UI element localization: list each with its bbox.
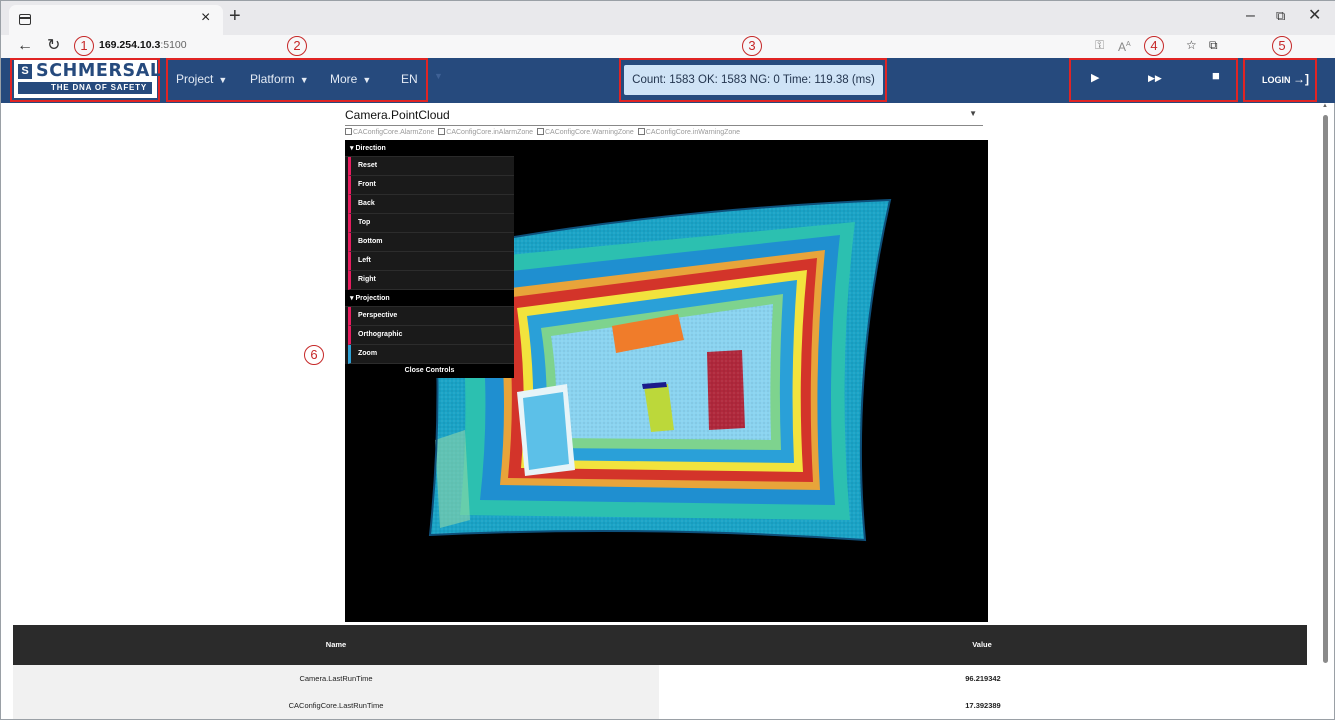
menu-project[interactable]: Project ▼: [176, 72, 227, 87]
browser-tab-strip: × + – ⧉ ✕: [1, 1, 1335, 35]
zone-checkbox-label: CAConfigCore.inWarningZone: [645, 129, 741, 136]
read-aloud-icon[interactable]: AA: [1118, 38, 1131, 54]
scrollbar-thumb[interactable]: [1323, 115, 1328, 663]
url-host: 169.254.10.3: [99, 39, 161, 51]
table-cell-name: Camera.LastRunTime: [13, 665, 659, 692]
annotation-marker-4: 4: [1144, 36, 1164, 56]
table-cell-value: 17.392389: [659, 692, 1307, 719]
back-arrow-icon[interactable]: ←: [17, 37, 33, 55]
address-bar: ← ↻ 1 169.254.10.3:5100 2 3 ⚿ AA 4 ☆ ⧉ 5: [1, 35, 1335, 58]
direction-folder-label: Direction: [355, 145, 386, 152]
browser-tab[interactable]: ×: [9, 5, 223, 35]
projection-folder-label: Projection: [355, 295, 390, 302]
chevron-down-icon: ▼: [299, 75, 309, 85]
reload-icon[interactable]: ↻: [47, 37, 60, 55]
annotation-marker-1: 1: [74, 36, 94, 56]
login-arrow-icon: →]: [1293, 72, 1310, 86]
annotation-marker-3: 3: [742, 36, 762, 56]
collections-icon[interactable]: ⧉: [1209, 38, 1218, 52]
login-button[interactable]: LOGIN →]: [1262, 73, 1309, 86]
table-row: Camera.LastRunTime 96.219342: [13, 665, 1307, 692]
direction-left[interactable]: Left: [348, 252, 514, 271]
minimize-icon[interactable]: –: [1246, 7, 1255, 25]
zone-checkbox[interactable]: [438, 128, 446, 135]
password-key-icon[interactable]: ⚿: [1095, 38, 1104, 52]
close-controls-button[interactable]: Close Controls: [345, 364, 514, 378]
url-field[interactable]: 169.254.10.3:5100: [99, 39, 187, 51]
play-icon[interactable]: ▶: [1091, 71, 1099, 85]
language-selector[interactable]: EN: [401, 72, 418, 86]
projection-perspective[interactable]: Perspective: [348, 307, 514, 326]
menu-platform[interactable]: Platform ▼: [250, 72, 309, 87]
table-cell-value: 96.219342: [659, 665, 1307, 692]
dropdown-caret-icon: ▼: [969, 109, 977, 118]
annotation-marker-2: 2: [287, 36, 307, 56]
favorites-icon[interactable]: ☆: [1186, 38, 1197, 52]
projection-folder[interactable]: ▾ Projection: [345, 290, 514, 307]
logo-wordmark: SCHMERSAL: [36, 61, 162, 81]
annotation-marker-6: 6: [304, 345, 324, 365]
results-table: Name Value Camera.LastRunTime 96.219342 …: [13, 625, 1307, 719]
zone-checkbox-label: CAConfigCore.AlarmZone: [353, 129, 435, 136]
projection-orthographic[interactable]: Orthographic: [348, 326, 514, 345]
direction-bottom[interactable]: Bottom: [348, 233, 514, 252]
window-favicon-icon: [19, 14, 31, 25]
direction-front[interactable]: Front: [348, 176, 514, 195]
direction-reset[interactable]: Reset: [348, 157, 514, 176]
menu-platform-label: Platform: [250, 72, 295, 86]
zone-checkbox-label: CAConfigCore.WarningZone: [544, 129, 634, 136]
table-header: Name Value: [13, 625, 1307, 665]
view-select[interactable]: Camera.PointCloud ▼: [345, 106, 983, 126]
restore-icon[interactable]: ⧉: [1276, 7, 1285, 25]
zone-checkbox[interactable]: [345, 128, 352, 135]
annotation-marker-5: 5: [1272, 36, 1292, 56]
menu-more-label: More: [330, 72, 358, 86]
chevron-down-icon: ▼: [362, 75, 372, 85]
zone-checkbox-label: CAConfigCore.inAlarmZone: [446, 129, 534, 136]
chevron-down-icon: ▼: [218, 75, 228, 85]
menu-project-label: Project: [176, 72, 214, 86]
schmersal-logo: S SCHMERSAL THE DNA OF SAFETY: [14, 60, 161, 98]
login-label: LOGIN: [1262, 75, 1291, 85]
logo-mark-icon: S: [18, 64, 32, 79]
language-caret-icon: ▼: [434, 71, 443, 81]
point-cloud-viewport[interactable]: ▾ Direction Reset Front Back Top Bottom …: [345, 140, 988, 622]
view-controls-panel: ▾ Direction Reset Front Back Top Bottom …: [345, 140, 514, 378]
view-select-value: Camera.PointCloud: [345, 108, 450, 122]
scroll-up-icon[interactable]: ▲: [1322, 103, 1328, 109]
close-window-icon[interactable]: ✕: [1308, 7, 1321, 25]
logo-tagline: THE DNA OF SAFETY: [18, 82, 152, 94]
table-cell-name: CAConfigCore.LastRunTime: [13, 692, 659, 719]
column-header-name[interactable]: Name: [13, 625, 659, 665]
url-port: :5100: [160, 39, 187, 51]
zone-checkboxes: CAConfigCore.AlarmZone CAConfigCore.inAl…: [345, 128, 742, 136]
zone-checkbox[interactable]: [637, 128, 645, 135]
direction-folder[interactable]: ▾ Direction: [345, 140, 514, 157]
direction-right[interactable]: Right: [348, 271, 514, 290]
app-header: S SCHMERSAL THE DNA OF SAFETY Project ▼ P…: [1, 58, 1335, 103]
close-tab-icon[interactable]: ×: [201, 9, 210, 27]
direction-top[interactable]: Top: [348, 214, 514, 233]
fast-forward-icon[interactable]: ▶▶: [1148, 71, 1162, 85]
status-counter: Count: 1583 OK: 1583 NG: 0 Time: 119.38 …: [624, 65, 883, 95]
menu-more[interactable]: More ▼: [330, 72, 371, 87]
stop-icon[interactable]: ■: [1212, 69, 1220, 83]
page-scrollbar[interactable]: ▲: [1321, 103, 1331, 720]
projection-zoom[interactable]: Zoom: [348, 345, 514, 364]
table-row: CAConfigCore.LastRunTime 17.392389: [13, 692, 1307, 719]
zone-checkbox[interactable]: [536, 128, 544, 135]
new-tab-icon[interactable]: +: [229, 5, 241, 27]
direction-back[interactable]: Back: [348, 195, 514, 214]
column-header-value[interactable]: Value: [659, 625, 1305, 665]
